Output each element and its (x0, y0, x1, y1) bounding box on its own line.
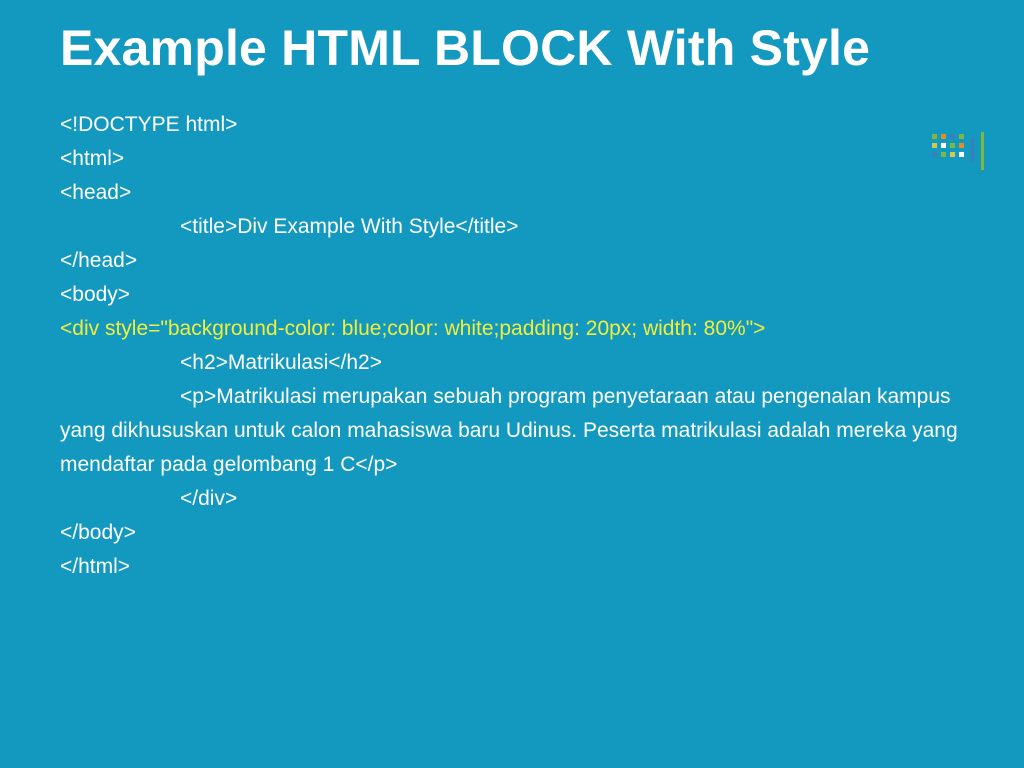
slide-title: Example HTML BLOCK With Style (60, 20, 964, 76)
code-line: </head> (60, 244, 964, 278)
accent-bar-icon (971, 138, 974, 162)
code-example: <!DOCTYPE html> <html> <head> <title>Div… (60, 108, 964, 584)
code-line: </div> (60, 482, 964, 516)
presentation-slide: Example HTML BLOCK With Style <!DOCTYPE … (0, 0, 1024, 768)
dot-grid-icon (932, 134, 964, 157)
code-line: <p>Matrikulasi merupakan sebuah program … (60, 380, 964, 482)
accent-bar-icon (981, 132, 984, 170)
code-line: <body> (60, 278, 964, 312)
code-line: <head> (60, 176, 964, 210)
code-line: </html> (60, 550, 964, 584)
code-line: </body> (60, 516, 964, 550)
code-line: <html> (60, 142, 964, 176)
code-text: <p>Matrikulasi merupakan sebuah program … (60, 385, 958, 476)
code-line: <!DOCTYPE html> (60, 108, 964, 142)
code-line: <h2>Matrikulasi</h2> (60, 346, 964, 380)
code-line-highlight: <div style="background-color: blue;color… (60, 312, 964, 346)
code-line: <title>Div Example With Style</title> (60, 210, 964, 244)
